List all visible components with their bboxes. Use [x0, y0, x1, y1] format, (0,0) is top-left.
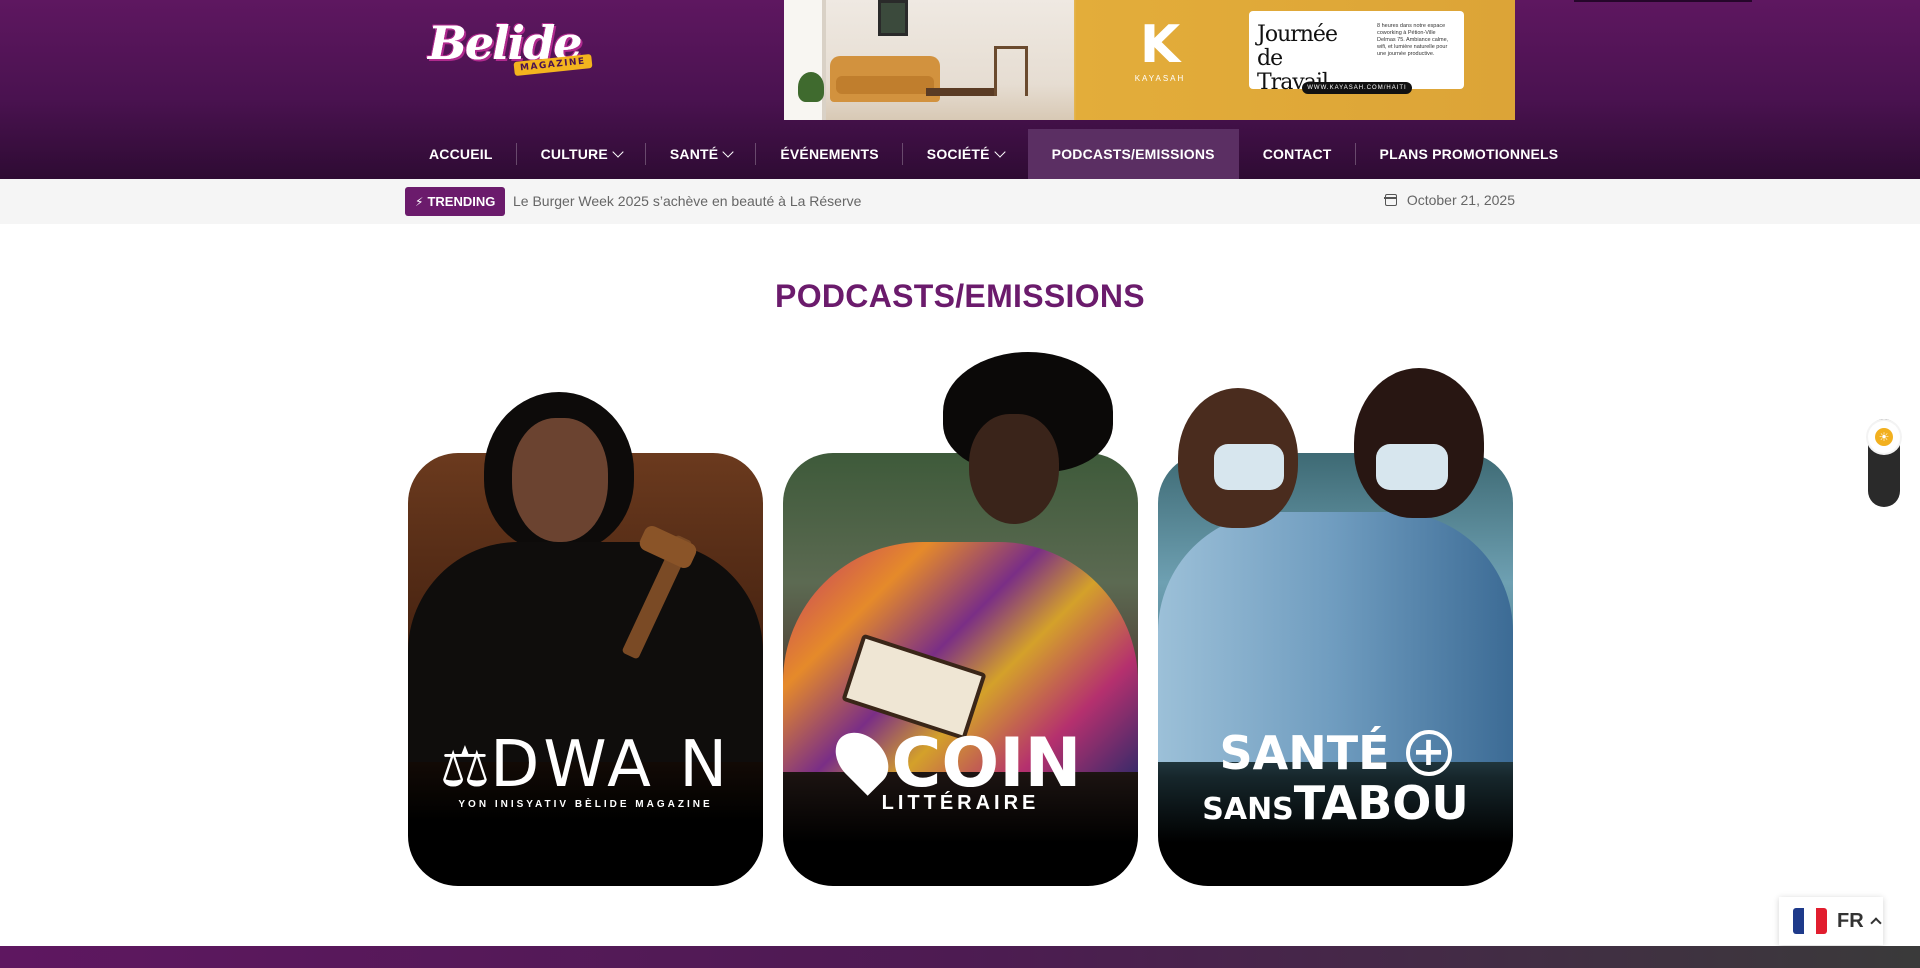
coin-wordmark: COIN: [783, 722, 1138, 798]
page-title: PODCASTS/EMISSIONS: [775, 278, 1145, 314]
podcast-card-coin-litteraire[interactable]: COIN LITTÉRAIRE: [783, 352, 1138, 886]
france-flag-icon: [1793, 908, 1827, 934]
bolt-icon: ⚡: [415, 194, 424, 209]
surgeon-left-mask: [1214, 444, 1284, 490]
diwan-subtitle: YON INISYATIV BÈLIDE MAGAZINE: [458, 799, 713, 811]
diwan-wordmark: ⚖DWA N: [408, 730, 763, 803]
diwan-logo: ⚖DWA N YON INISYATIV BÈLIDE MAGAZINE: [408, 730, 763, 810]
sante-title: SANTÉ: [1219, 726, 1390, 780]
scales-icon: ⚖: [439, 735, 495, 801]
nav-item-label: ACCUEIL: [429, 146, 493, 162]
judge-face: [512, 418, 608, 542]
ad-brand-mark: K: [1139, 15, 1181, 75]
sante-line-2: SANSTABOU: [1158, 780, 1513, 833]
sante-line-1: SANTÉ: [1158, 728, 1513, 780]
ad-brand-logo: K KAYASAH: [1130, 16, 1190, 90]
nav-item-plans[interactable]: PLANS PROMOTIONNELS: [1356, 129, 1583, 179]
nav-item-sante[interactable]: SANTÉ: [646, 129, 757, 179]
nav-item-label: SOCIÉTÉ: [926, 146, 990, 162]
nav-item-label: CONTACT: [1262, 146, 1332, 162]
chevron-down-icon: [722, 145, 734, 158]
chevron-down-icon: [993, 145, 1006, 158]
current-date: October 21, 2025: [1384, 192, 1515, 208]
ad-chair: [994, 46, 1028, 96]
ad-banner[interactable]: K KAYASAH Journée de Travail 8 heures da…: [784, 0, 1515, 120]
site-header: Belide MAGAZINE K KAYASAH Journée de Tra…: [0, 0, 1920, 179]
coin-litteraire-logo: COIN LITTÉRAIRE: [783, 722, 1138, 815]
chevron-down-icon: [612, 145, 624, 158]
sante-sans: SANS: [1202, 791, 1294, 827]
trending-bar: ⚡ TRENDING Le Burger Week 2025 s’achève …: [0, 179, 1920, 224]
nav-item-label: PLANS PROMOTIONNELS: [1379, 146, 1559, 162]
chevron-up-icon: [1870, 917, 1882, 929]
flag-red: [1815, 908, 1827, 934]
calendar-icon: [1384, 194, 1398, 206]
ad-painting: [878, 0, 908, 36]
surgeon-right: [1354, 368, 1484, 518]
nav-item-societe[interactable]: SOCIÉTÉ: [903, 129, 1028, 179]
coin-subtitle: LITTÉRAIRE: [881, 792, 1040, 814]
nav-item-evenements[interactable]: ÉVÉNEMENTS: [756, 129, 904, 179]
site-logo[interactable]: Belide MAGAZINE: [428, 14, 600, 84]
main-nav: ACCUEIL CULTURE SANTÉ ÉVÉNEMENTS SOCIÉTÉ…: [405, 129, 1582, 179]
nav-item-culture[interactable]: CULTURE: [517, 129, 647, 179]
flag-white: [1804, 908, 1816, 934]
nav-item-podcasts[interactable]: PODCASTS/EMISSIONS: [1027, 129, 1239, 179]
language-selector[interactable]: FR: [1779, 897, 1883, 945]
trending-badge: ⚡ TRENDING: [405, 187, 506, 216]
nav-item-label: ÉVÉNEMENTS: [780, 146, 879, 162]
ad-window: [784, 0, 826, 120]
sante-sans-tabou-logo: SANTÉ SANSTABOU: [1158, 728, 1513, 833]
ad-plant: [798, 72, 824, 102]
nav-item-label: PODCASTS/EMISSIONS: [1051, 146, 1215, 162]
language-code: FR: [1837, 909, 1864, 932]
sun-icon-core: ☀: [1875, 428, 1893, 446]
ad-room-image: [784, 0, 1074, 120]
nav-item-accueil[interactable]: ACCUEIL: [405, 129, 517, 179]
podcast-card-diwan[interactable]: ⚖DWA N YON INISYATIV BÈLIDE MAGAZINE: [408, 352, 763, 886]
header-edge-tab: [1574, 0, 1752, 2]
book-pin-icon: [824, 722, 899, 797]
ad-table: [926, 88, 996, 96]
nav-item-contact[interactable]: CONTACT: [1239, 129, 1356, 179]
trending-headline[interactable]: Le Burger Week 2025 s’achève en beauté à…: [513, 193, 861, 209]
footer-edge: [0, 946, 1920, 968]
trending-label: TRENDING: [427, 194, 496, 209]
ad-card: Journée de Travail 8 heures dans notre e…: [1249, 11, 1464, 95]
date-text: October 21, 2025: [1406, 192, 1515, 208]
diwan-title: WA N: [543, 728, 732, 802]
ad-body: 8 heures dans notre espace coworking à P…: [1377, 23, 1449, 57]
sante-tabou: TABOU: [1293, 775, 1469, 830]
ad-sofa: [830, 56, 940, 102]
nav-item-label: CULTURE: [540, 146, 608, 162]
sun-icon[interactable]: ☀: [1868, 421, 1900, 453]
surgeons-scrubs: [1158, 512, 1513, 762]
flag-blue: [1793, 908, 1805, 934]
reader-face: [969, 414, 1059, 524]
ad-brand-name: KAYASAH: [1134, 74, 1186, 83]
medical-cross-icon: [1405, 728, 1452, 776]
surgeon-right-mask: [1376, 444, 1448, 490]
ad-url[interactable]: WWW.KAYASAH.COM/HAITI: [1302, 82, 1412, 94]
diwan-prefix: D: [490, 728, 544, 802]
nav-item-label: SANTÉ: [669, 146, 719, 162]
podcast-card-sante-sans-tabou[interactable]: SANTÉ SANSTABOU: [1158, 352, 1513, 886]
